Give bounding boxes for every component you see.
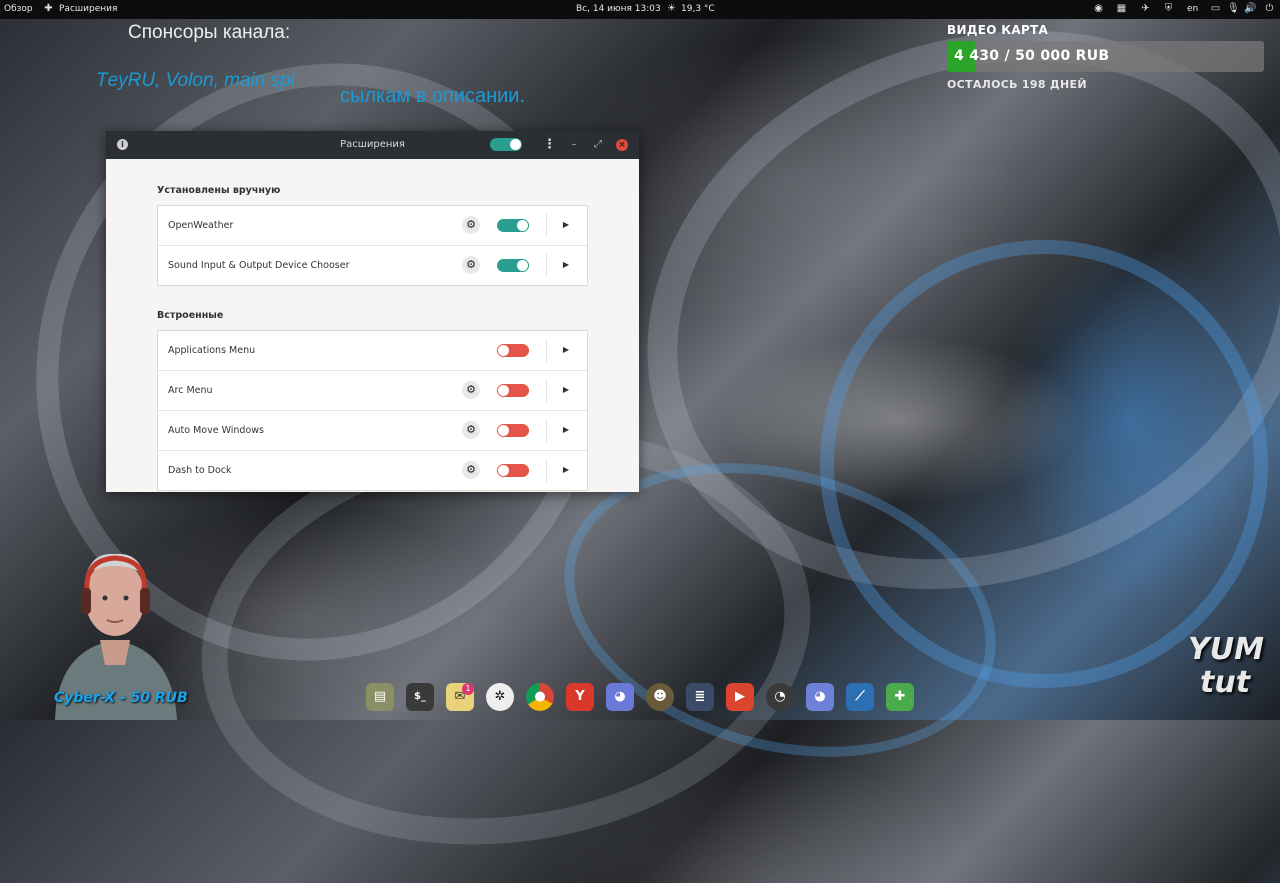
expand-arrow-icon[interactable]: ▶ <box>561 219 571 231</box>
expand-arrow-icon[interactable]: ▶ <box>561 259 571 271</box>
chrome-tray-icon[interactable]: ◉ <box>1093 3 1104 14</box>
top-panel: Обзор ✚ Расширения Вс, 14 июня 13:03 ☀ 1… <box>0 0 1280 19</box>
extensions-window: i Расширения ⋮ – ⤢ × Установлены вручную… <box>106 131 639 492</box>
clock-button[interactable]: Вс, 14 июня 13:03 <box>576 4 661 14</box>
settings-gear-icon[interactable]: ⚙ <box>462 461 480 479</box>
weather-temperature[interactable]: 19,3 °C <box>681 4 715 14</box>
extension-toggle[interactable] <box>497 219 529 232</box>
settings-gear-icon[interactable]: ⚙ <box>462 216 480 234</box>
screen-icon[interactable]: ▭ <box>1210 3 1221 14</box>
goal-amount: 4 430 / 50 000 RUB <box>954 48 1110 64</box>
extension-row[interactable]: Arc Menu ⚙ ▶ <box>158 371 587 411</box>
microphone-icon[interactable]: 🎙 <box>1227 3 1240 14</box>
section-title-builtin: Встроенные <box>157 310 224 321</box>
obs-icon[interactable]: ◔ <box>766 683 794 711</box>
extensions-master-switch[interactable] <box>490 138 522 151</box>
section-title-manual: Установлены вручную <box>157 185 281 196</box>
goal-title: ВИДЕО КАРТА <box>947 23 1049 37</box>
extension-row[interactable]: Applications Menu ▶ <box>158 331 587 371</box>
maximize-icon[interactable]: ⤢ <box>592 139 604 151</box>
airplane-icon[interactable]: ✈ <box>1140 3 1151 14</box>
settings-gear-icon[interactable]: ⚙ <box>462 381 480 399</box>
extensions-list: Установлены вручную OpenWeather ⚙ ▶ Sound I… <box>106 159 639 492</box>
window-titlebar[interactable]: i Расширения ⋮ – ⤢ × <box>106 131 639 159</box>
windows-grid-icon[interactable]: ▦ <box>1116 3 1127 14</box>
manual-extensions-card: OpenWeather ⚙ ▶ Sound Input & Output Device… <box>157 205 588 286</box>
extension-row[interactable]: Sound Input & Output Device Chooser ⚙ ▶ <box>158 246 587 285</box>
extension-toggle[interactable] <box>497 464 529 477</box>
row-divider <box>546 419 547 442</box>
extension-name: Applications Menu <box>168 345 256 356</box>
extension-toggle[interactable] <box>497 344 529 357</box>
donor-label: Cyber-X - 50 RUB <box>54 690 188 706</box>
discord-icon[interactable]: ◕ <box>606 683 634 711</box>
extension-toggle[interactable] <box>497 384 529 397</box>
extension-row[interactable]: Auto Move Windows ⚙ ▶ <box>158 411 587 451</box>
power-icon[interactable]: ⏻ <box>1264 3 1275 14</box>
row-divider <box>546 379 547 402</box>
row-divider <box>546 254 547 277</box>
settings-gear-icon[interactable]: ⚙ <box>462 421 480 439</box>
expand-arrow-icon[interactable]: ▶ <box>561 384 571 396</box>
extension-name: Dash to Dock <box>168 465 232 476</box>
volume-icon[interactable]: 🔊 <box>1244 3 1256 14</box>
expand-arrow-icon[interactable]: ▶ <box>561 464 571 476</box>
logo-tut: tut <box>1200 665 1251 700</box>
row-divider <box>546 459 547 482</box>
extension-toggle[interactable] <box>497 259 529 272</box>
links-note: сылкам в описании. <box>340 85 526 107</box>
row-divider <box>546 339 547 362</box>
menu-dots-icon[interactable]: ⋮ <box>543 138 556 152</box>
terminal-icon[interactable]: $_ <box>406 683 434 711</box>
expand-arrow-icon[interactable]: ▶ <box>561 424 571 436</box>
app-menu-button[interactable]: Расширения <box>59 4 117 14</box>
keyboard-layout-indicator[interactable]: en <box>1187 4 1198 14</box>
expand-arrow-icon[interactable]: ▶ <box>561 344 571 356</box>
goal-remaining: ОСТАЛОСЬ 198 ДНЕЙ <box>947 78 1087 91</box>
video-player-icon[interactable]: ✲ <box>486 683 514 711</box>
weather-sun-icon[interactable]: ☀ <box>666 3 677 14</box>
notification-badge: 1 <box>462 683 474 695</box>
kdenlive-icon[interactable]: ⟋ <box>846 683 874 711</box>
extension-name: OpenWeather <box>168 220 234 231</box>
donation-goal-widget: ВИДЕО КАРТА 4 430 / 50 000 RUB ОСТАЛОСЬ … <box>947 23 1267 91</box>
sponsors-names: ТeyRU, Volon, main spi <box>96 70 295 91</box>
extensions-icon[interactable]: ✚ <box>886 683 914 711</box>
extension-name: Arc Menu <box>168 385 213 396</box>
close-icon[interactable]: × <box>616 139 628 151</box>
extension-name: Sound Input & Output Device Chooser <box>168 260 350 271</box>
settings-gear-icon[interactable]: ⚙ <box>462 256 480 274</box>
puzzle-icon: ✚ <box>44 3 53 14</box>
extension-row[interactable]: OpenWeather ⚙ ▶ <box>158 206 587 246</box>
files-icon[interactable]: ▤ <box>366 683 394 711</box>
builtin-extensions-card: Applications Menu ▶ Arc Menu ⚙ ▶ Auto Move Wi… <box>157 330 588 491</box>
activities-button[interactable]: Обзор <box>4 4 33 14</box>
chrome-icon[interactable]: ● <box>526 683 554 711</box>
sponsors-heading: Спонсоры канала: <box>128 22 291 43</box>
shield-icon[interactable]: ⛨ <box>1163 3 1174 14</box>
minimize-icon[interactable]: – <box>568 139 580 151</box>
yandex-browser-icon[interactable]: Y <box>566 683 594 711</box>
screen-recorder-icon[interactable]: ▶ <box>726 683 754 711</box>
code-editor-icon[interactable]: ≣ <box>686 683 714 711</box>
row-divider <box>546 214 547 237</box>
extension-name: Auto Move Windows <box>168 425 264 436</box>
gimp-icon[interactable]: ☻ <box>646 683 674 711</box>
extension-toggle[interactable] <box>497 424 529 437</box>
logo-yum: YUM <box>1188 632 1264 667</box>
extension-row[interactable]: Dash to Dock ⚙ ▶ <box>158 451 587 490</box>
goal-progress-bar: 4 430 / 50 000 RUB <box>947 41 1264 72</box>
discord-alt-icon[interactable]: ◕ <box>806 683 834 711</box>
window-title: Расширения <box>340 139 405 150</box>
